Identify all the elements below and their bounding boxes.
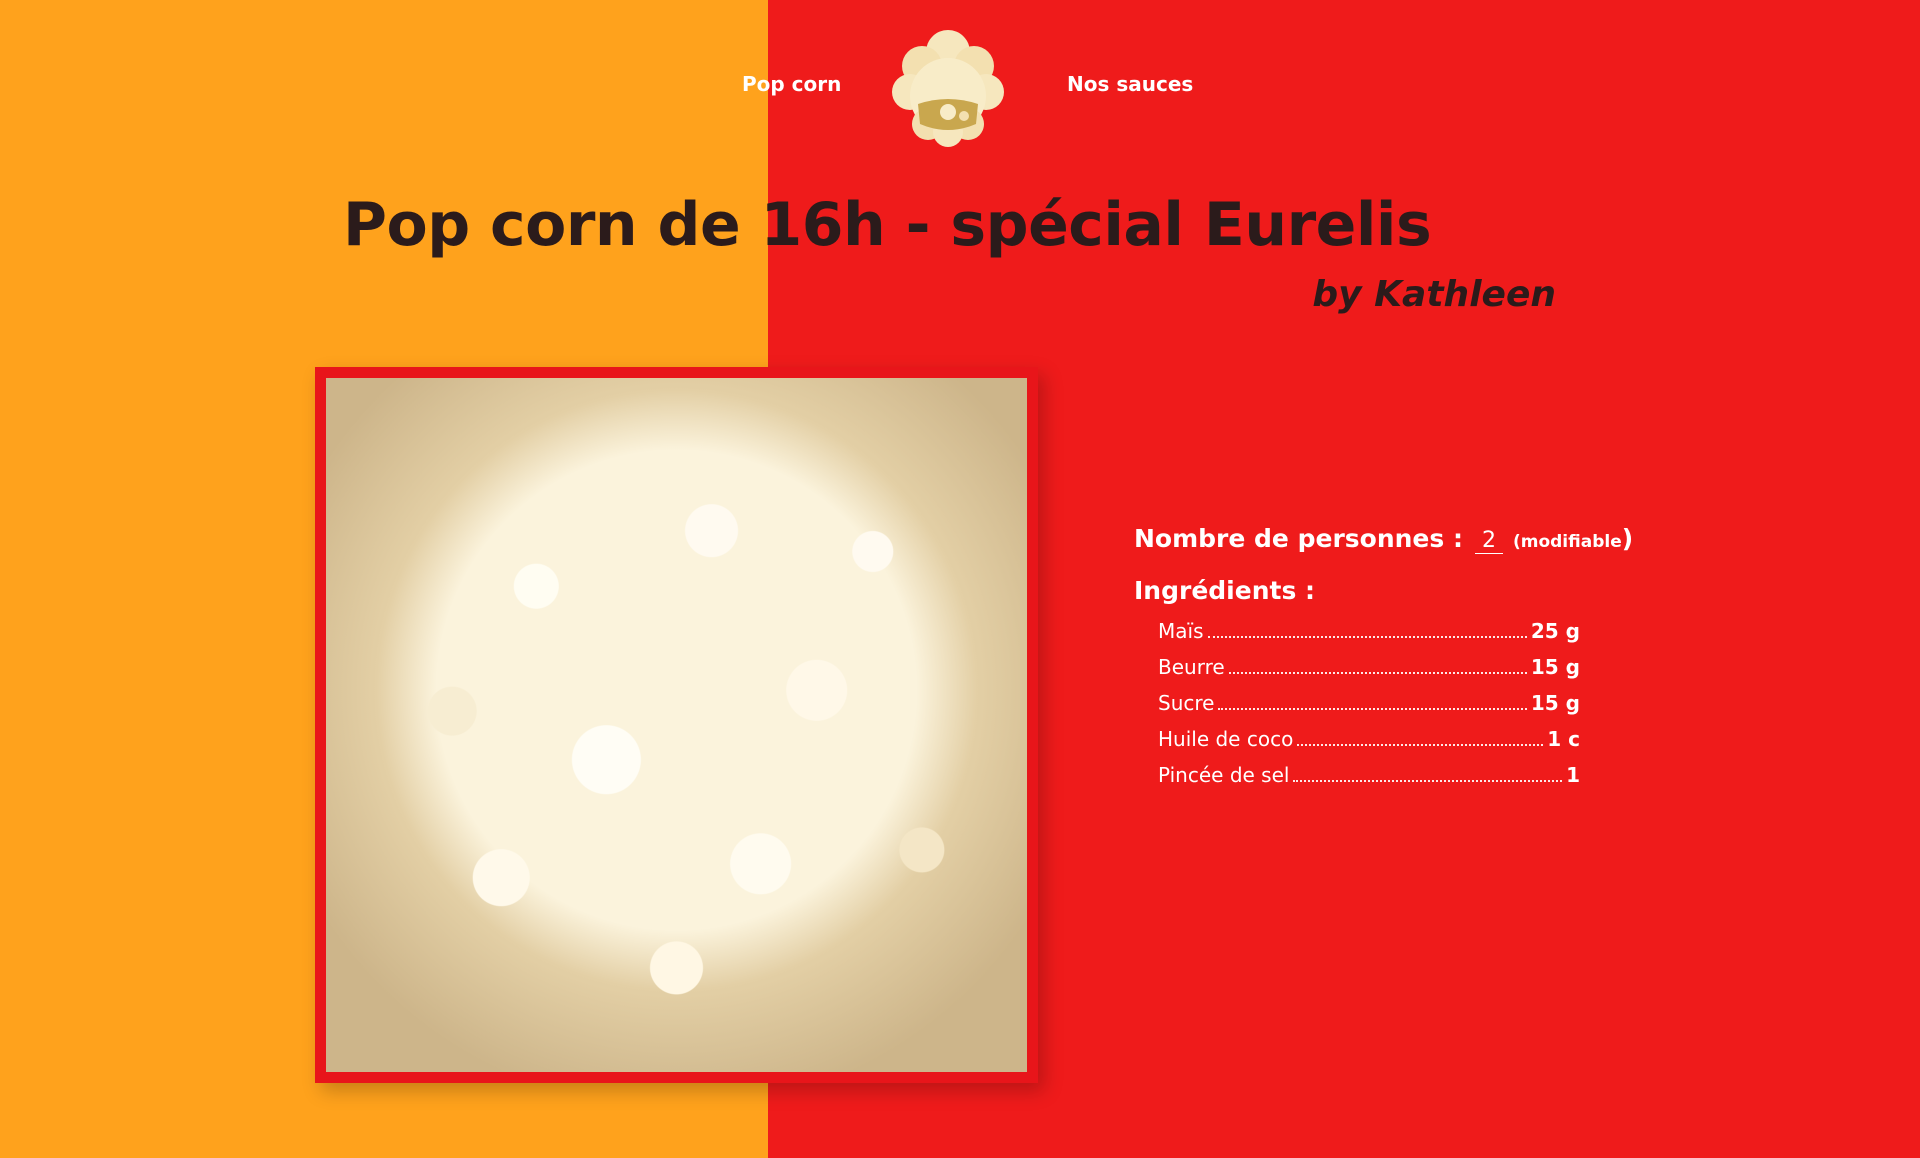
ingredient-quantity: 1 xyxy=(1566,763,1580,787)
popcorn-mascot-logo-icon[interactable] xyxy=(888,24,1008,150)
ingredient-name: Huile de coco xyxy=(1158,727,1294,751)
servings-label: Nombre de personnes : xyxy=(1134,524,1463,553)
ingredient-quantity: 15 g xyxy=(1530,691,1580,715)
servings-row: Nombre de personnes : (modifiable) xyxy=(1134,524,1633,554)
nav-link-nos-sauces[interactable]: Nos sauces xyxy=(1067,72,1193,96)
leader-dots xyxy=(1207,636,1527,638)
ingredient-quantity: 1 c xyxy=(1547,727,1580,751)
page-title: Pop corn de 16h - spécial Eurelis xyxy=(343,190,1432,260)
ingredient-quantity: 25 g xyxy=(1530,619,1580,643)
leader-dots xyxy=(1297,744,1544,746)
ingredient-name: Pincée de sel xyxy=(1158,763,1290,787)
recipe-info-panel: Nombre de personnes : (modifiable) Ingré… xyxy=(1134,524,1633,799)
ingredient-name: Beurre xyxy=(1158,655,1225,679)
servings-input[interactable] xyxy=(1474,528,1503,554)
servings-hint-close: ) xyxy=(1621,524,1634,553)
leader-dots xyxy=(1293,780,1563,782)
ingredient-name: Sucre xyxy=(1158,691,1215,715)
ingredients-list: Maïs 25 g Beurre 15 g Sucre 15 g Huile d… xyxy=(1158,619,1580,799)
ingredient-item: Sucre 15 g xyxy=(1158,691,1580,727)
recipe-author: by Kathleen xyxy=(1312,274,1556,315)
nav-link-pop-corn[interactable]: Pop corn xyxy=(742,72,841,96)
leader-dots xyxy=(1218,708,1527,710)
ingredient-item: Maïs 25 g xyxy=(1158,619,1580,655)
recipe-photo-frame xyxy=(315,367,1038,1083)
leader-dots xyxy=(1228,672,1527,674)
ingredient-item: Pincée de sel 1 xyxy=(1158,763,1580,799)
ingredient-name: Maïs xyxy=(1158,619,1204,643)
ingredient-item: Beurre 15 g xyxy=(1158,655,1580,691)
popcorn-photo xyxy=(326,378,1027,1072)
ingredient-item: Huile de coco 1 c xyxy=(1158,727,1580,763)
ingredient-quantity: 15 g xyxy=(1530,655,1580,679)
ingredients-heading: Ingrédients : xyxy=(1134,576,1316,605)
servings-hint: (modifiable xyxy=(1512,532,1622,552)
